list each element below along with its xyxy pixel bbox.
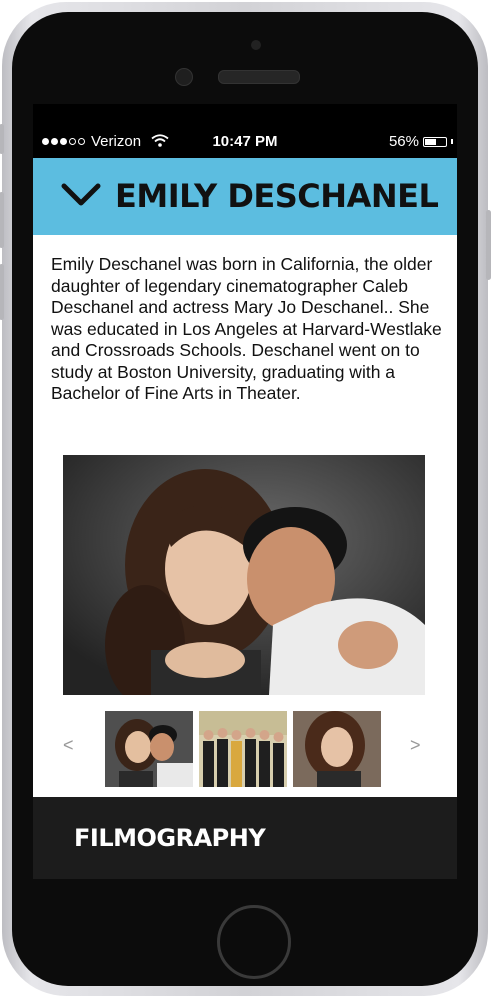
gallery-thumbnail[interactable] <box>293 711 381 787</box>
thumbnail-couple-image <box>105 711 193 787</box>
filmography-section[interactable]: FILMOGRAPHY <box>33 797 457 879</box>
thumbnail-portrait-image <box>293 711 381 787</box>
power-button <box>486 210 491 280</box>
chevron-down-icon[interactable] <box>61 182 101 208</box>
status-bar: Verizon 10:47 PM 56% <box>33 104 457 158</box>
filmography-label: FILMOGRAPHY <box>74 824 266 852</box>
main-photo[interactable] <box>63 455 425 695</box>
front-camera <box>175 68 193 86</box>
volume-up-button <box>0 192 4 248</box>
couple-photo-image <box>63 455 425 695</box>
gallery-thumbnail[interactable] <box>105 711 193 787</box>
battery-fill <box>425 138 437 145</box>
thumbnail-strip: < > <box>33 711 457 787</box>
gallery-prev-arrow[interactable]: < <box>63 735 74 756</box>
battery-icon <box>423 136 447 147</box>
thumbnail-cast-image <box>199 711 287 787</box>
earpiece-speaker <box>218 70 300 84</box>
gallery-thumbnail[interactable] <box>199 711 287 787</box>
profile-name: EMILY DESCHANEL <box>115 177 439 215</box>
home-button[interactable] <box>217 905 291 979</box>
volume-down-button <box>0 264 4 320</box>
mute-switch <box>0 124 4 154</box>
proximity-sensor <box>251 40 261 50</box>
bio-text: Emily Deschanel was born in California, … <box>51 254 442 403</box>
status-right: 56% <box>389 133 453 150</box>
app-screen: Verizon 10:47 PM 56% EMILY DESCHANEL Emi… <box>33 104 457 879</box>
battery-tip <box>451 139 453 144</box>
profile-header[interactable]: EMILY DESCHANEL <box>33 158 457 235</box>
gallery-next-arrow[interactable]: > <box>410 735 421 756</box>
battery-percent: 56% <box>388 133 419 150</box>
